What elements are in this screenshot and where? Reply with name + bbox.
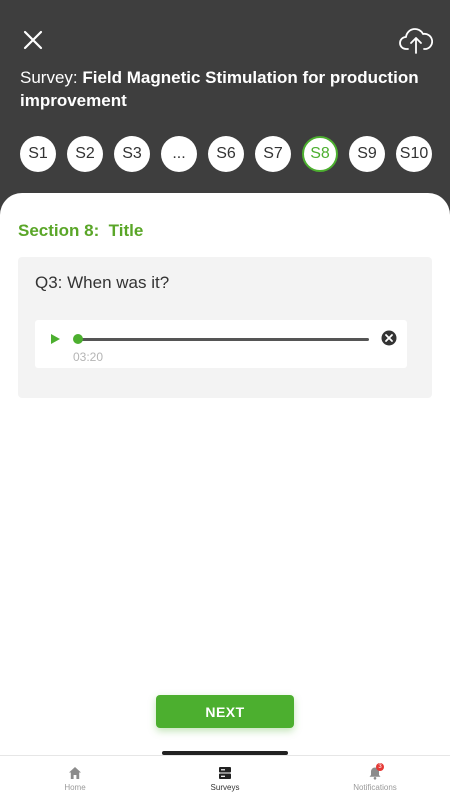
section-pill-s6[interactable]: S6 [208,136,244,172]
section-pill-s3[interactable]: S3 [114,136,150,172]
section-pill-more[interactable]: ... [161,136,197,172]
section-pill-s9[interactable]: S9 [349,136,385,172]
play-button[interactable] [48,331,62,347]
header-bar: Survey: Field Magnetic Stimulation for p… [0,0,450,215]
nav-label-notifications: Notifications [353,783,397,792]
bell-icon-wrap: 3 [368,763,384,780]
upload-button[interactable] [398,22,434,58]
section-pill-s8[interactable]: S8 [302,136,338,172]
play-icon [51,334,60,344]
nav-item-notifications[interactable]: 3 Notifications [300,756,450,801]
nav-label-surveys: Surveys [210,783,240,792]
section-navigator: S1 S2 S3 ... S6 S7 S8 S9 S10 [20,136,432,172]
section-heading: Section 8: Title [18,221,144,240]
section-pill-s2[interactable]: S2 [67,136,103,172]
remove-audio-button[interactable] [381,330,397,346]
question-text: Q3: When was it? [35,273,170,292]
next-button[interactable]: NEXT [156,695,294,728]
bottom-nav: Home Surveys 3 Notifications [0,755,450,801]
section-pill-s7[interactable]: S7 [255,136,291,172]
audio-progress-knob[interactable] [73,334,83,344]
nav-item-home[interactable]: Home [0,756,150,801]
nav-item-surveys[interactable]: Surveys [150,756,300,801]
audio-progress-track[interactable] [76,338,369,341]
section-pill-s10[interactable]: S10 [396,136,432,172]
survey-title-prefix: Survey: [20,68,78,87]
audio-player: 03:20 [35,320,407,368]
question-card: Q3: When was it? 03:20 [18,257,432,398]
close-button[interactable] [18,25,48,55]
surveys-icon [219,767,231,779]
home-icon [69,767,81,779]
survey-name: Field Magnetic Stimulation for productio… [20,68,419,110]
cloud-upload-icon [399,28,433,54]
audio-time: 03:20 [73,350,104,364]
close-icon [23,30,43,50]
notifications-badge: 3 [376,763,384,771]
content-sheet: Section 8: Title Q3: When was it? 03:20 [0,193,450,753]
close-circle-icon [381,330,397,346]
nav-label-home: Home [64,783,86,792]
section-pill-s1[interactable]: S1 [20,136,56,172]
survey-title: Survey: Field Magnetic Stimulation for p… [20,66,430,112]
